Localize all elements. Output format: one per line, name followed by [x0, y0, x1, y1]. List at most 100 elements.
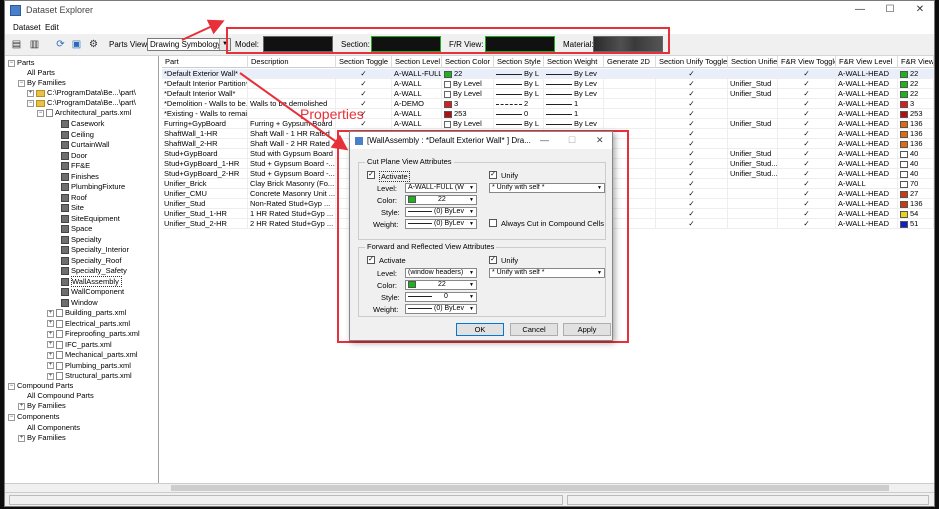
- fr-level-cell[interactable]: A-WALL-HEAD: [836, 109, 898, 119]
- fr-level-cell[interactable]: A-WALL-HEAD: [836, 219, 898, 229]
- column-header[interactable]: Description: [248, 56, 336, 68]
- table-row[interactable]: *Demolition - Walls to be... Walls to be …: [162, 99, 934, 109]
- part-cell[interactable]: Unifier_Stud_2-HR: [162, 219, 248, 229]
- fr-color-cell[interactable]: 3: [898, 99, 934, 109]
- part-cell[interactable]: *Default Interior Partition*: [162, 79, 248, 89]
- cut-unify-select[interactable]: * Unify with self * ▼: [489, 183, 605, 193]
- tree-category-item[interactable]: CurtainWall: [61, 140, 109, 150]
- table-row[interactable]: *Existing - Walls to remain ✓ A-WALL 253 0 1 ✓…: [162, 109, 934, 119]
- section-level-cell[interactable]: A-WALL: [392, 109, 442, 119]
- tree-category-item[interactable]: Specialty: [61, 235, 101, 245]
- description-cell[interactable]: Stud with Gypsum Board: [248, 149, 336, 159]
- tree-file-item[interactable]: + IFC_parts.xml: [47, 340, 112, 350]
- document-icon[interactable]: ▣: [69, 37, 84, 52]
- by-level-checkbox[interactable]: [444, 90, 451, 98]
- cut-color-select[interactable]: 22 ▼: [405, 195, 477, 205]
- by-level-checkbox[interactable]: [444, 120, 451, 128]
- expand-icon[interactable]: +: [47, 362, 54, 370]
- fr-color-cell[interactable]: 253: [898, 109, 934, 119]
- tree-category-item[interactable]: Casework: [61, 119, 104, 129]
- always-cut-checkbox[interactable]: [489, 219, 497, 227]
- tree-file-item[interactable]: + Structural_parts.xml: [47, 371, 132, 381]
- collapse-icon[interactable]: −: [8, 382, 15, 390]
- unify-toggle-cell[interactable]: ✓: [656, 119, 728, 129]
- column-header[interactable]: F&R View C: [898, 56, 934, 68]
- generate-2d-cell[interactable]: [604, 79, 656, 89]
- unify-toggle-cell[interactable]: ✓: [656, 159, 728, 169]
- unifier-cell[interactable]: Unifier_Stud: [728, 119, 778, 129]
- column-header[interactable]: Section Toggle: [336, 56, 392, 68]
- fr-toggle-cell[interactable]: ✓: [778, 149, 836, 159]
- section-color-cell[interactable]: By Level: [442, 89, 494, 99]
- unifier-cell[interactable]: [728, 189, 778, 199]
- fr-level-cell[interactable]: A-WALL-HEAD: [836, 199, 898, 209]
- fr-level-cell[interactable]: A-WALL: [836, 179, 898, 189]
- cut-activate-checkbox[interactable]: ✓: [367, 171, 375, 179]
- part-cell[interactable]: ShaftWall_2-HR: [162, 139, 248, 149]
- fr-unify-select[interactable]: * Unify with self * ▼: [489, 268, 605, 278]
- description-cell[interactable]: 2 HR Rated Stud+Gyp ...: [248, 219, 336, 229]
- fr-toggle-cell[interactable]: ✓: [778, 169, 836, 179]
- section-weight-cell[interactable]: By Lev: [544, 69, 604, 79]
- fr-level-cell[interactable]: A-WALL-HEAD: [836, 189, 898, 199]
- fr-level-cell[interactable]: A-WALL-HEAD: [836, 209, 898, 219]
- fr-level-cell[interactable]: A-WALL-HEAD: [836, 119, 898, 129]
- section-toggle-cell[interactable]: ✓: [336, 89, 392, 99]
- fr-color-cell[interactable]: 40: [898, 149, 934, 159]
- fr-color-cell[interactable]: 70: [898, 179, 934, 189]
- apply-button[interactable]: Apply: [563, 323, 611, 336]
- by-level-checkbox[interactable]: [444, 80, 451, 88]
- tree-category-item[interactable]: Door: [61, 151, 87, 161]
- expand-icon[interactable]: +: [47, 330, 54, 338]
- fr-color-cell[interactable]: 22: [898, 89, 934, 99]
- fr-toggle-cell[interactable]: ✓: [778, 179, 836, 189]
- section-style-cell[interactable]: By L: [494, 119, 544, 129]
- column-header[interactable]: Section Unify Toggle: [656, 56, 728, 68]
- column-header[interactable]: Section Color: [442, 56, 494, 68]
- unifier-cell[interactable]: [728, 179, 778, 189]
- fr-toggle-cell[interactable]: ✓: [778, 209, 836, 219]
- part-cell[interactable]: Unifier_Brick: [162, 179, 248, 189]
- tree-category-item[interactable]: Specialty_Interior: [61, 245, 129, 255]
- tree-by-families[interactable]: − By Families: [18, 78, 66, 88]
- fr-color-cell[interactable]: 136: [898, 199, 934, 209]
- tree-compound-parts[interactable]: − Compound Parts: [8, 381, 73, 391]
- cancel-button[interactable]: Cancel: [510, 323, 558, 336]
- description-cell[interactable]: Clay Brick Masonry (Fo...: [248, 179, 336, 189]
- section-toggle-cell[interactable]: ✓: [336, 69, 392, 79]
- parts-view-select[interactable]: Drawing Symbology ▼: [147, 38, 231, 51]
- menu-edit[interactable]: Edit: [45, 23, 59, 32]
- cut-unify-checkbox[interactable]: ✓: [489, 171, 497, 179]
- refresh-icon[interactable]: ⟳: [53, 37, 68, 52]
- collapse-icon[interactable]: −: [27, 99, 34, 107]
- generate-2d-cell[interactable]: [604, 119, 656, 129]
- description-cell[interactable]: Stud + Gypsum Board -...: [248, 159, 336, 169]
- tree-parts[interactable]: − Parts: [8, 58, 35, 68]
- tree-file-item[interactable]: + Electrical_parts.xml: [47, 319, 130, 329]
- section-style-cell[interactable]: By L: [494, 79, 544, 89]
- part-cell[interactable]: *Default Exterior Wall*: [162, 69, 248, 79]
- table-row[interactable]: *Default Interior Wall* ✓ A-WALL By Level By…: [162, 89, 934, 99]
- column-header[interactable]: Section Weight: [544, 56, 604, 68]
- fr-toggle-cell[interactable]: ✓: [778, 99, 836, 109]
- unify-toggle-cell[interactable]: ✓: [656, 219, 728, 229]
- unify-toggle-cell[interactable]: ✓: [656, 179, 728, 189]
- scrollbar-thumb[interactable]: [171, 485, 889, 491]
- part-cell[interactable]: Unifier_Stud: [162, 199, 248, 209]
- description-cell[interactable]: Non-Rated Stud+Gyp ...: [248, 199, 336, 209]
- fr-level-cell[interactable]: A-WALL-HEAD: [836, 99, 898, 109]
- section-style-cell[interactable]: By L: [494, 69, 544, 79]
- tree-category-item[interactable]: Site: [61, 203, 84, 213]
- collapse-icon[interactable]: −: [18, 79, 25, 87]
- section-style-cell[interactable]: By L: [494, 89, 544, 99]
- section-level-cell[interactable]: A-WALL: [392, 89, 442, 99]
- expand-icon[interactable]: +: [47, 372, 54, 380]
- expand-icon[interactable]: +: [47, 320, 54, 328]
- column-header[interactable]: F&R View Toggle: [778, 56, 836, 68]
- part-cell[interactable]: Unifier_Stud_1-HR: [162, 209, 248, 219]
- part-cell[interactable]: ShaftWall_1-HR: [162, 129, 248, 139]
- column-header[interactable]: Part: [162, 56, 248, 68]
- unifier-cell[interactable]: [728, 219, 778, 229]
- section-style-cell[interactable]: 0: [494, 109, 544, 119]
- expand-icon[interactable]: +: [18, 434, 25, 442]
